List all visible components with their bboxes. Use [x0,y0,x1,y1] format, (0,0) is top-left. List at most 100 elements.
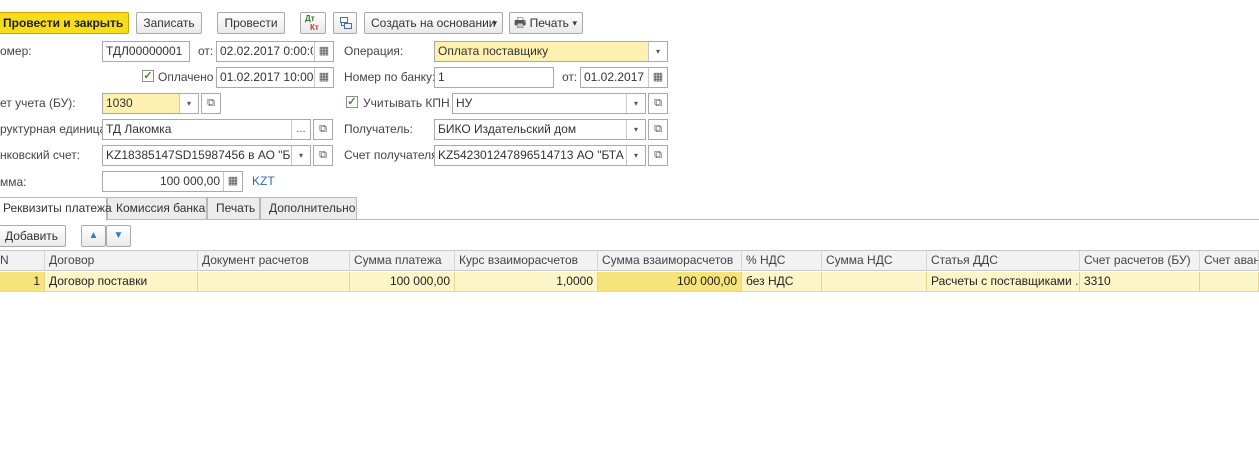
bank-date-value: 01.02.2017 [584,70,645,84]
kpn-value: НУ [456,96,473,110]
date-field[interactable]: 02.02.2017 0:00:00 ▦ [216,41,334,62]
calendar-icon[interactable]: ▦ [648,68,667,87]
column-header[interactable]: Счет аванс [1200,251,1259,271]
table-cell[interactable]: Расчеты с поставщиками ... [927,272,1080,291]
create-based-on-label: Создать на основании [371,16,496,30]
tab-additional[interactable]: Дополнительно [260,197,357,219]
table-cell[interactable] [822,272,927,291]
from-label: от: [198,44,214,58]
dt-kt-button[interactable]: Дт Кт [300,12,326,34]
print-label: Печать [529,16,569,30]
table-cell[interactable]: 1,0000 [455,272,598,291]
account-field[interactable]: 1030 ▾ [102,93,199,114]
open-icon[interactable]: ⧉ [648,145,668,166]
arrow-up-icon: ▲ [88,230,99,241]
column-header[interactable]: Документ расчетов [198,251,350,271]
recipient-field[interactable]: БИКО Издательский дом ▾ [434,119,646,140]
bank-number-value: 1 [438,70,445,84]
sum-label: мма: [0,175,27,189]
operation-field[interactable]: Оплата поставщику ▾ [434,41,668,62]
structure-button[interactable] [333,12,357,34]
chevron-down-icon[interactable]: ▾ [179,94,198,113]
post-button[interactable]: Провести [217,12,285,34]
recipient-value: БИКО Издательский дом [438,122,577,136]
bank-account-field[interactable]: KZ18385147SD15987456 в АО "Банк ▾ [102,145,311,166]
calendar-icon[interactable]: ▦ [314,42,333,61]
column-header[interactable]: Договор [45,251,198,271]
create-based-on-button[interactable]: Создать на основании ▾ [364,12,503,34]
table-cell[interactable]: 100 000,00 [598,272,742,291]
chevron-down-icon[interactable]: ▾ [648,42,667,61]
chevron-down-icon[interactable]: ▾ [626,94,645,113]
table-cell[interactable]: 100 000,00 [350,272,455,291]
column-header[interactable]: N [0,251,45,271]
move-down-button[interactable]: ▼ [106,225,131,247]
column-header[interactable]: % НДС [742,251,822,271]
column-header[interactable]: Курс взаиморасчетов [455,251,598,271]
tab-payment-details[interactable]: Реквизиты платежа [0,197,112,221]
kpn-label: Учитывать КПН [363,96,450,110]
bank-from-label: от: [562,70,578,84]
unit-value: ТД Лакомка [106,122,172,136]
column-header[interactable]: Счет расчетов (БУ) [1080,251,1200,271]
unit-label: руктурная единица: [0,122,110,136]
chevron-down-icon[interactable]: ▾ [626,146,645,165]
post-and-close-button[interactable]: Провести и закрыть [0,12,129,34]
open-icon[interactable]: ⧉ [313,119,333,140]
bank-account-label: нковский счет: [0,148,81,162]
table-cell[interactable]: без НДС [742,272,822,291]
chevron-down-icon[interactable]: ▾ [626,120,645,139]
tabs-baseline [0,219,1259,220]
table-cell[interactable]: Договор поставки [45,272,198,291]
kpn-field[interactable]: НУ ▾ [452,93,646,114]
table-cell[interactable]: 1 [0,272,45,291]
table-cell[interactable]: 3310 [1080,272,1200,291]
kt-icon-text: Кт [310,23,319,32]
add-row-label: Добавить [5,229,59,243]
bank-date-field[interactable]: 01.02.2017 ▦ [580,67,668,88]
open-icon[interactable]: ⧉ [313,145,333,166]
number-value: ТДЛ00000001 [106,44,183,58]
save-button[interactable]: Записать [136,12,202,34]
table-cell[interactable] [198,272,350,291]
open-icon[interactable]: ⧉ [648,119,668,140]
recipient-account-field[interactable]: KZ542301247896514713 АО "БТА Ба ▾ [434,145,646,166]
paid-checkbox[interactable]: ✓ [142,70,154,82]
open-icon[interactable]: ⧉ [648,93,668,114]
column-header[interactable]: Сумма взаиморасчетов [598,251,742,271]
tab-bank-commission[interactable]: Комиссия банка [107,197,207,219]
printer-icon: 🖶 [514,15,527,30]
open-icon[interactable]: ⧉ [201,93,221,114]
chevron-down-icon[interactable]: ▾ [291,146,310,165]
column-header[interactable]: Сумма НДС [822,251,927,271]
operation-label: Операция: [344,44,404,58]
unit-field[interactable]: ТД Лакомка ... [102,119,311,140]
calculator-icon[interactable]: ▦ [223,172,242,191]
sum-field[interactable]: 100 000,00 ▦ [102,171,243,192]
column-header[interactable]: Сумма платежа [350,251,455,271]
calendar-icon[interactable]: ▦ [314,68,333,87]
print-menu-button[interactable]: 🖶 Печать ▾ [509,12,583,34]
post-and-close-label: Провести и закрыть [3,16,124,30]
kpn-checkbox[interactable]: ✓ [346,96,358,108]
arrow-down-icon: ▼ [113,230,124,241]
currency-link[interactable]: KZT [252,174,275,188]
move-up-button[interactable]: ▲ [81,225,106,247]
recipient-account-value: KZ542301247896514713 АО "БТА Ба [438,148,625,162]
column-header[interactable]: Статья ДДС [927,251,1080,271]
tab-print[interactable]: Печать [207,197,260,219]
table-cell[interactable] [1200,272,1259,291]
date-value: 02.02.2017 0:00:00 [220,44,313,58]
chevron-down-icon: ▾ [572,18,577,28]
row-bottom-border [0,291,1259,292]
select-dots-icon[interactable]: ... [291,120,310,139]
paid-date-field[interactable]: 01.02.2017 10:00:00 ▦ [216,67,334,88]
bank-number-field[interactable]: 1 [434,67,554,88]
add-row-button[interactable]: Добавить [0,225,66,247]
recipient-account-label: Счет получателя: [344,148,441,162]
account-label: ет учета (БУ): [0,96,76,110]
save-label: Записать [143,16,195,30]
number-field[interactable]: ТДЛ00000001 [102,41,190,62]
chevron-down-icon: ▾ [492,18,497,28]
paid-label: Оплачено [158,70,214,84]
